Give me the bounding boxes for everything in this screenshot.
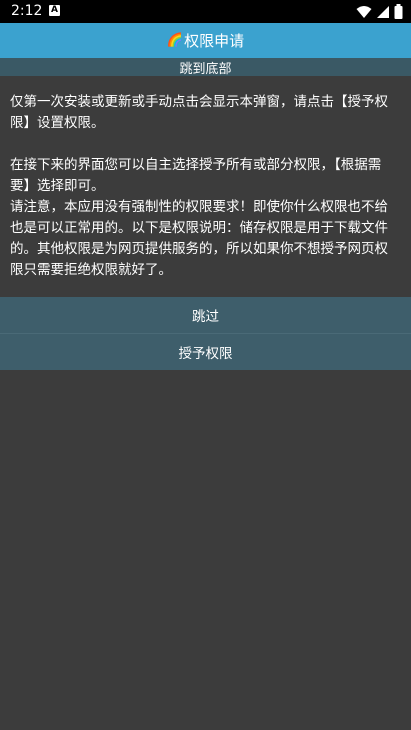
jump-to-bottom-button[interactable]: 跳到底部 [0, 58, 411, 77]
app-bar: 🌈 权限申请 [0, 23, 411, 58]
jump-to-bottom-label: 跳到底部 [179, 61, 232, 77]
permission-description: 仅第一次安装或更新或手动点击会显示本弹窗，请点击【授予权限】设置权限。 在接下来… [10, 92, 396, 281]
battery-icon [394, 4, 403, 19]
wifi-icon [356, 5, 372, 18]
a-notification-icon: A [49, 5, 60, 16]
skip-button[interactable]: 跳过 [0, 297, 411, 333]
grant-permission-button[interactable]: 授予权限 [0, 334, 411, 370]
status-bar: 2:12 A [0, 0, 411, 23]
action-area: 跳过 授予权限 [0, 297, 411, 370]
signal-icon [377, 5, 389, 18]
rainbow-icon: 🌈 [166, 33, 184, 48]
status-time: 2:12 [11, 3, 43, 19]
notice-paragraph: 请注意，本应用没有强制性的权限要求！即使你什么权限也不给也是可以正常用的。以下是… [10, 199, 388, 278]
grant-permission-label: 授予权限 [178, 346, 233, 362]
page-title: 权限申请 [184, 32, 245, 50]
skip-label: 跳过 [192, 309, 219, 325]
intro-paragraph: 仅第一次安装或更新或手动点击会显示本弹窗，请点击【授予权限】设置权限。 [10, 94, 388, 131]
status-icons [356, 3, 403, 20]
choice-paragraph: 在接下来的界面您可以自主选择授予所有或部分权限，【根据需要】选择即可。 [10, 157, 382, 194]
